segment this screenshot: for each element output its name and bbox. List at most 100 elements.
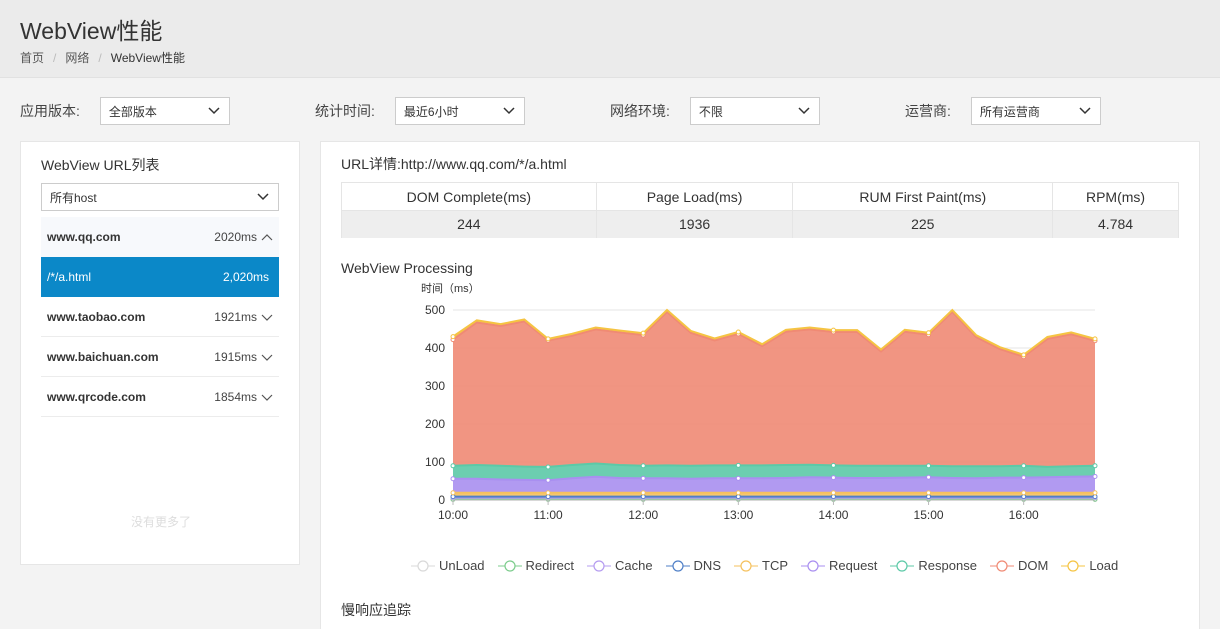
url-detail-panel: URL详情:http://www.qq.com/*/a.html DOM Com… bbox=[320, 141, 1200, 629]
chevron-down-icon bbox=[261, 394, 273, 401]
x-tick-label: 10:00 bbox=[438, 508, 468, 522]
url-item[interactable]: www.baichuan.com 1915ms bbox=[41, 337, 279, 377]
url-list: www.qq.com 2020ms /*/a.html 2,020ms www.… bbox=[41, 217, 279, 417]
breadcrumb-home[interactable]: 首页 bbox=[20, 49, 44, 66]
chart-legend: UnLoad Redirect Cache DNS TCP Request Response… bbox=[411, 558, 1131, 573]
legend-item-unload[interactable]: UnLoad bbox=[411, 558, 485, 573]
metric-value-first-paint: 225 bbox=[792, 210, 1054, 238]
url-list-title: WebView URL列表 bbox=[41, 157, 160, 173]
legend-marker-icon bbox=[497, 559, 522, 572]
metrics-header-row: DOM Complete(ms) Page Load(ms) RUM First… bbox=[341, 182, 1179, 211]
metrics-value-row: 244 1936 225 4.784 bbox=[341, 210, 1179, 238]
chevron-down-icon bbox=[1079, 107, 1091, 115]
url-host: www.qq.com bbox=[47, 230, 121, 244]
legend-label: Load bbox=[1089, 558, 1119, 573]
legend-label: Request bbox=[829, 558, 878, 573]
point-load bbox=[450, 334, 456, 340]
url-sub-item-selected[interactable]: /*/a.html 2,020ms bbox=[41, 257, 279, 297]
select-value: 最近6小时 bbox=[403, 104, 459, 119]
legend-item-request[interactable]: Request bbox=[801, 558, 877, 573]
breadcrumb-network[interactable]: 网络 bbox=[65, 49, 89, 66]
legend-item-redirect[interactable]: Redirect bbox=[497, 558, 574, 573]
point-request bbox=[926, 474, 932, 480]
webview-processing-chart: 0 100 200 300 400 500 时间（ms） 10:00 11:00 12:00 13:… bbox=[421, 282, 1098, 522]
x-tick-label: 12:00 bbox=[628, 508, 658, 522]
url-host: www.qrcode.com bbox=[47, 389, 146, 404]
url-path-time: 2,020ms bbox=[222, 270, 269, 284]
select-value: 所有运营商 bbox=[979, 104, 1040, 119]
filter-app-version: 应用版本: 全部版本 bbox=[20, 97, 230, 125]
legend-item-tcp[interactable]: TCP bbox=[734, 558, 788, 573]
point-response bbox=[830, 462, 836, 468]
y-tick-label: 100 bbox=[425, 455, 445, 469]
filter-label: 运营商: bbox=[905, 103, 951, 119]
breadcrumb-current: WebView性能 bbox=[110, 51, 185, 65]
point-load bbox=[1092, 336, 1098, 342]
legend-item-load[interactable]: Load bbox=[1061, 558, 1118, 573]
chevron-down-icon bbox=[261, 314, 273, 321]
url-time: 1921ms bbox=[214, 309, 257, 324]
url-time: 2020ms bbox=[214, 230, 257, 244]
legend-marker-icon bbox=[734, 559, 758, 572]
no-more-text: 没有更多了 bbox=[130, 515, 191, 529]
x-tick-label: 16:00 bbox=[1009, 508, 1039, 522]
legend-item-dns[interactable]: DNS bbox=[665, 558, 721, 573]
x-tick-label: 14:00 bbox=[818, 508, 848, 522]
network-select[interactable]: 不限 bbox=[689, 97, 820, 125]
point-load bbox=[640, 330, 646, 336]
point-load bbox=[735, 329, 741, 335]
x-tick-label: 11:00 bbox=[534, 508, 563, 522]
metric-header-dom-complete: DOM Complete(ms) bbox=[341, 182, 597, 211]
url-meta: 2020ms bbox=[214, 230, 273, 244]
select-value: 全部版本 bbox=[108, 104, 157, 119]
point-response bbox=[1092, 463, 1098, 469]
chevron-down-icon bbox=[261, 354, 273, 361]
area-dom bbox=[453, 311, 1095, 467]
filter-label: 统计时间: bbox=[315, 103, 375, 119]
point-load bbox=[830, 327, 836, 333]
legend-item-dom[interactable]: DOM bbox=[989, 558, 1048, 573]
breadcrumb-separator: / bbox=[98, 50, 102, 65]
y-tick-label: 0 bbox=[438, 493, 445, 507]
point-tcp bbox=[640, 490, 646, 496]
slow-response-title: 慢响应追踪 bbox=[341, 602, 411, 618]
url-meta: 1921ms bbox=[214, 310, 273, 324]
url-path: /*/a.html bbox=[47, 270, 92, 284]
legend-label: Response bbox=[918, 558, 977, 573]
url-item[interactable]: www.taobao.com 1921ms bbox=[41, 297, 279, 337]
point-load bbox=[926, 330, 932, 336]
metrics-table: DOM Complete(ms) Page Load(ms) RUM First… bbox=[341, 182, 1179, 238]
host-select[interactable]: 所有host bbox=[41, 183, 279, 211]
metric-value-rpm: 4.784 bbox=[1052, 210, 1179, 238]
app-version-select[interactable]: 全部版本 bbox=[99, 97, 230, 125]
filter-label: 应用版本: bbox=[20, 103, 80, 119]
point-request bbox=[450, 476, 456, 482]
point-tcp bbox=[1021, 490, 1027, 496]
point-response bbox=[640, 463, 646, 469]
point-tcp bbox=[450, 490, 456, 496]
url-list-panel: WebView URL列表 所有host www.qq.com 2020ms /… bbox=[20, 141, 300, 565]
legend-item-response[interactable]: Response bbox=[890, 558, 977, 573]
point-load bbox=[545, 336, 551, 342]
point-tcp bbox=[926, 490, 932, 496]
point-load bbox=[1021, 352, 1027, 358]
metric-value-dom-complete: 244 bbox=[341, 210, 597, 238]
url-item[interactable]: www.qrcode.com 1854ms bbox=[41, 377, 279, 417]
breadcrumb-separator: / bbox=[53, 50, 57, 65]
chevron-down-icon bbox=[257, 193, 269, 201]
legend-marker-icon bbox=[890, 559, 915, 572]
legend-item-cache[interactable]: Cache bbox=[586, 558, 653, 573]
legend-label: UnLoad bbox=[439, 558, 485, 573]
y-tick-label: 300 bbox=[425, 379, 445, 393]
chart-title: WebView Processing bbox=[341, 260, 473, 276]
y-tick-label: 200 bbox=[425, 417, 445, 431]
carrier-select[interactable]: 所有运营商 bbox=[970, 97, 1101, 125]
x-tick-label: 15:00 bbox=[914, 508, 944, 522]
filter-carrier: 运营商: 所有运营商 bbox=[905, 97, 1101, 125]
url-item[interactable]: www.qq.com 2020ms bbox=[41, 217, 279, 257]
url-time: 1854ms bbox=[214, 389, 257, 404]
filter-label: 网络环境: bbox=[610, 103, 670, 119]
point-request bbox=[1092, 473, 1098, 479]
time-range-select[interactable]: 最近6小时 bbox=[394, 97, 525, 125]
page-title: WebView性能 bbox=[20, 18, 163, 44]
